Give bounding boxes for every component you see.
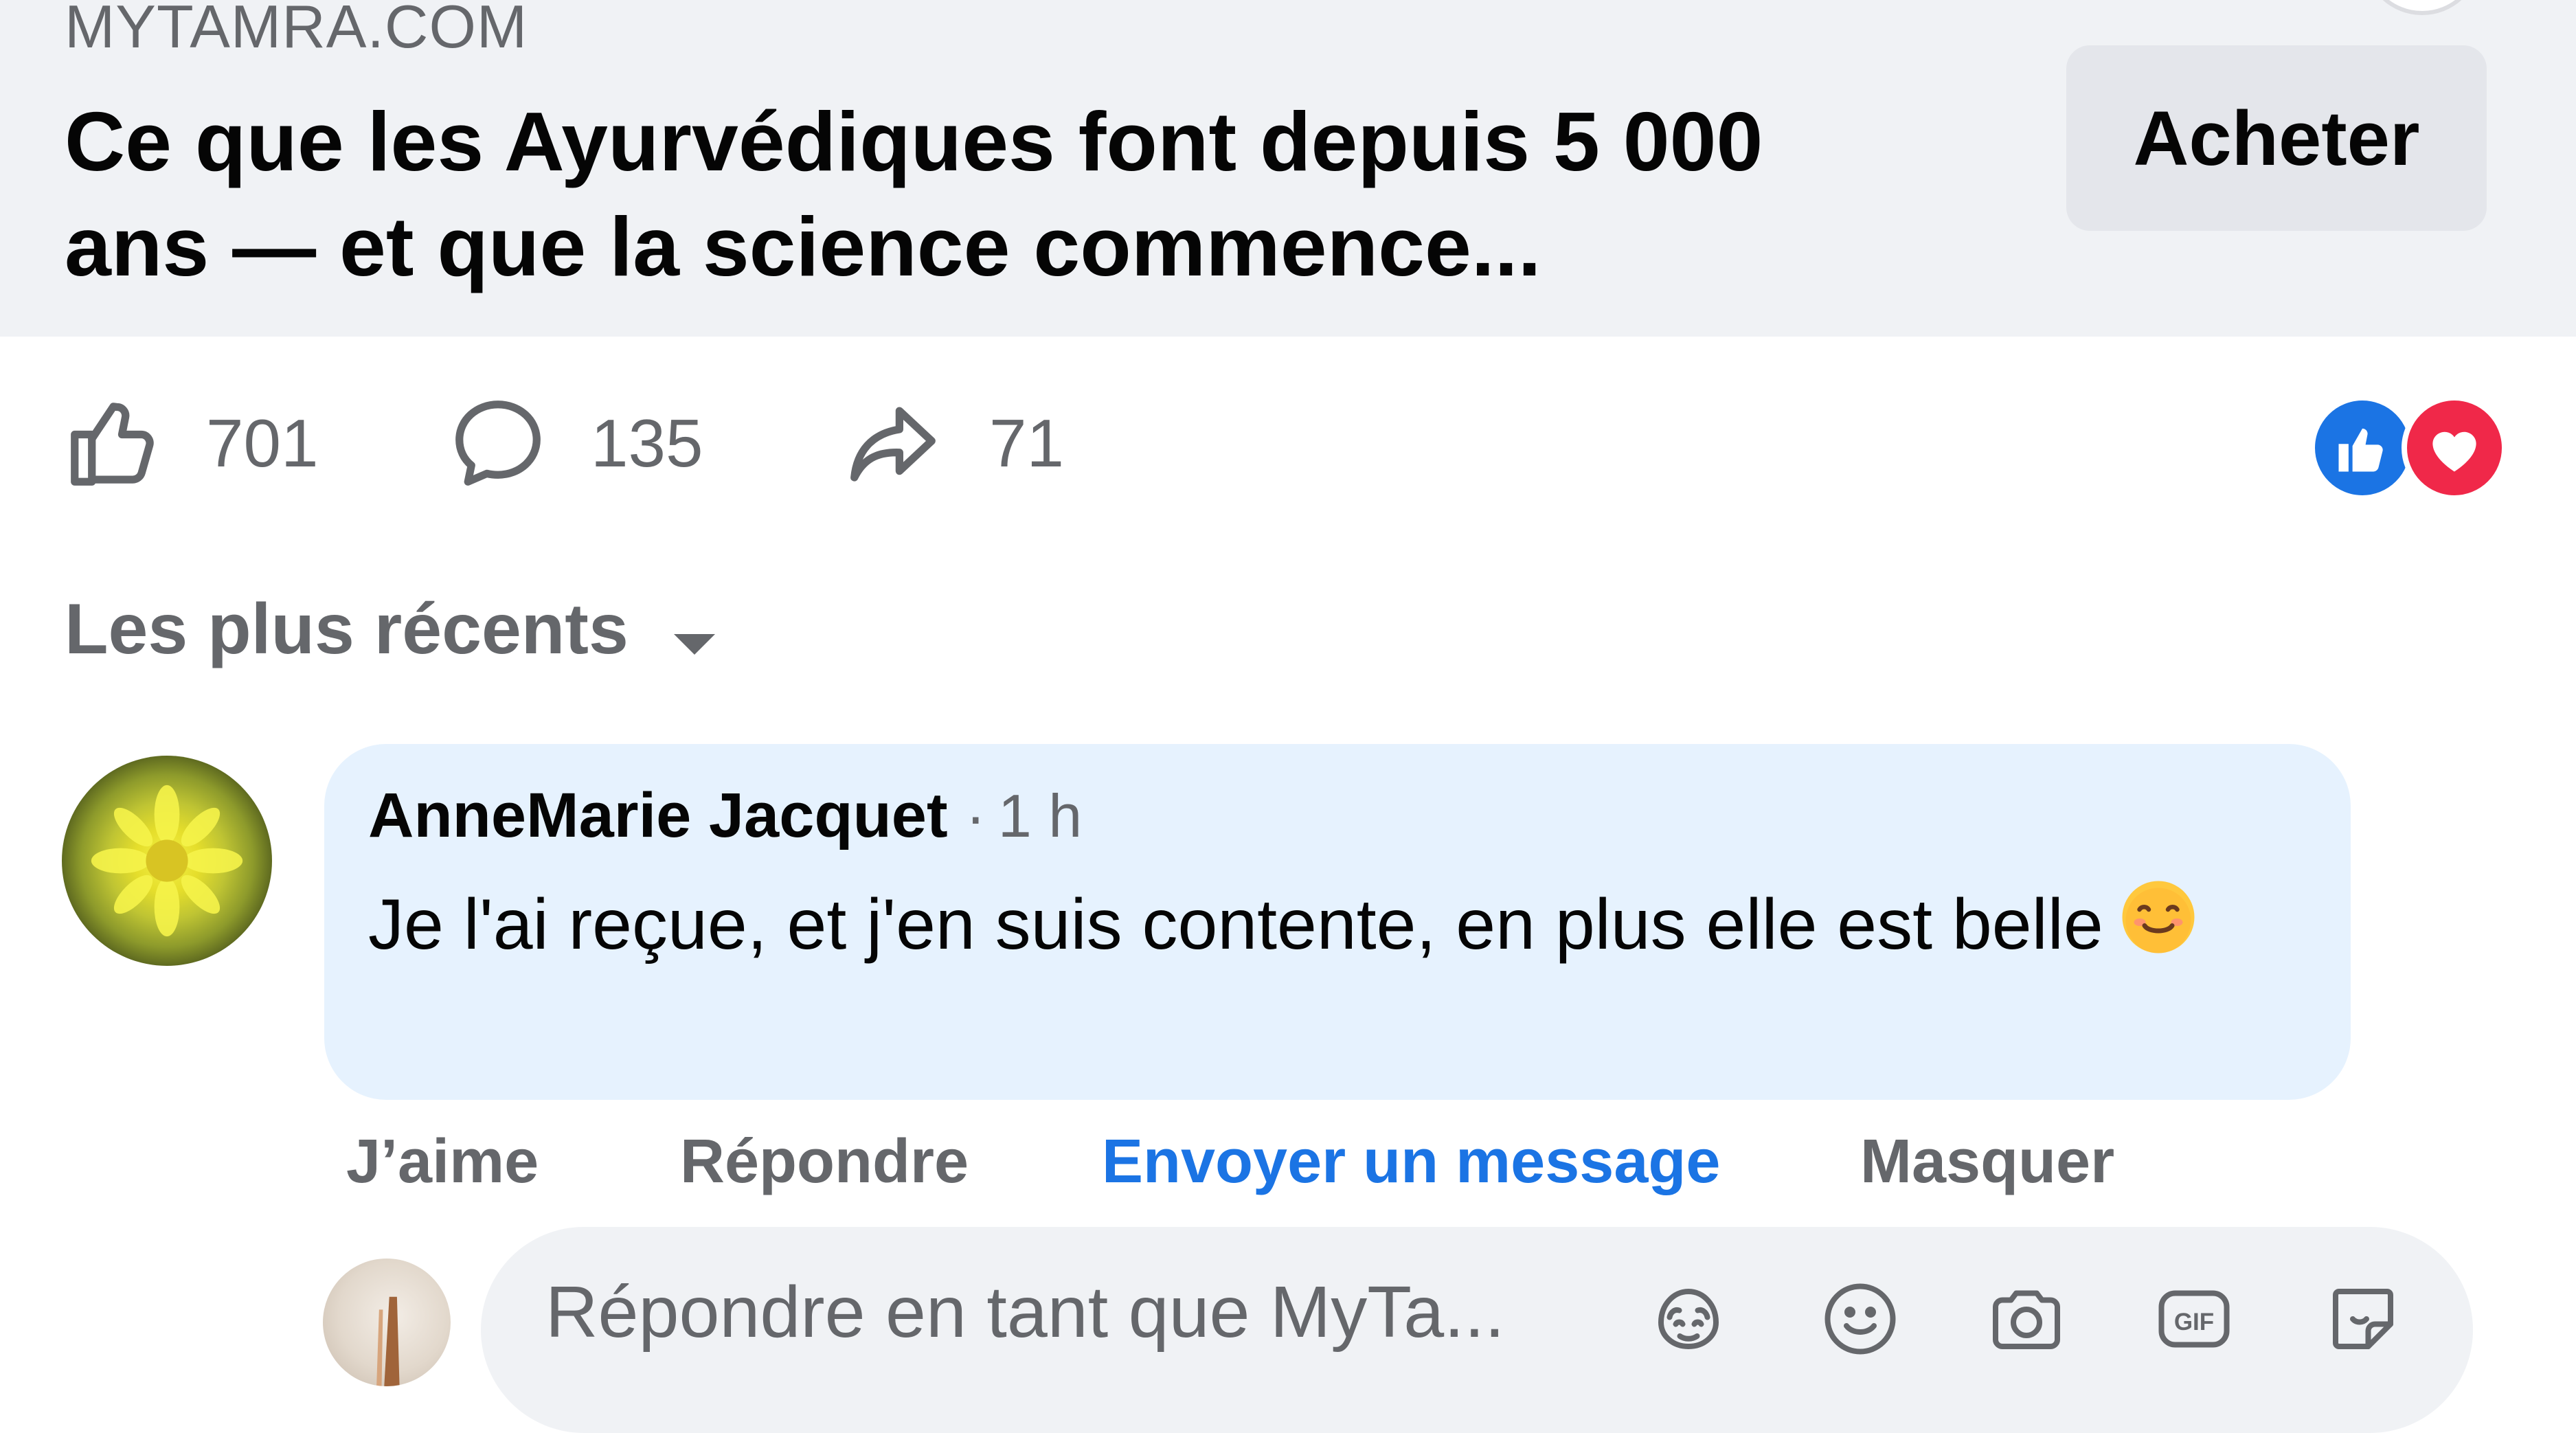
emoji-icon[interactable]: [1819, 1278, 1901, 1360]
comment-sort-dropdown[interactable]: Les plus récents: [65, 583, 719, 677]
link-domain: MYTAMRA.COM: [65, 0, 528, 60]
gif-icon[interactable]: GIF: [2153, 1278, 2235, 1360]
share-icon: [838, 392, 948, 495]
link-title[interactable]: Ce que les Ayurvédiques font depuis 5 00…: [65, 89, 1919, 300]
buy-button[interactable]: Acheter: [2066, 45, 2487, 231]
sort-label: Les plus récents: [65, 589, 629, 669]
comment-header: AnneMarie Jacquet · 1 h: [368, 780, 1082, 852]
comment-body: Je l'ai reçue, et j'en suis contente, en…: [368, 871, 2292, 988]
comment-time[interactable]: 1 h: [998, 781, 1082, 851]
comment-text: Je l'ai reçue, et j'en suis contente, en…: [368, 885, 2103, 964]
comment-icon: [447, 392, 550, 495]
sticker-icon[interactable]: [2322, 1278, 2404, 1360]
comment-reply-button[interactable]: Répondre: [680, 1127, 969, 1197]
like-reaction-icon[interactable]: [2309, 395, 2415, 501]
like-stat-button[interactable]: 701: [62, 385, 319, 501]
share-count: 71: [989, 405, 1065, 481]
like-icon: [62, 392, 165, 495]
reply-placeholder: Répondre en tant que MyTa...: [545, 1272, 1505, 1353]
caret-down-icon: [670, 595, 719, 677]
current-user-avatar: [323, 1259, 451, 1386]
send-message-button[interactable]: Envoyer un message: [1102, 1127, 1720, 1197]
comment-stat-button[interactable]: 135: [447, 385, 703, 501]
comment-like-button[interactable]: J’aime: [346, 1127, 539, 1197]
comment-count: 135: [591, 405, 703, 481]
hide-comment-button[interactable]: Masquer: [1860, 1127, 2114, 1197]
smiling-face-icon: [2117, 876, 2200, 988]
avatar-sticker-icon[interactable]: [1647, 1278, 1730, 1360]
like-count: 701: [206, 405, 319, 481]
commenter-avatar[interactable]: [62, 756, 272, 966]
share-stat-button[interactable]: 71: [838, 385, 1064, 501]
love-reaction-icon[interactable]: [2402, 395, 2507, 501]
camera-icon[interactable]: [1985, 1278, 2068, 1360]
separator-dot: ·: [965, 782, 986, 850]
svg-text:GIF: GIF: [2174, 1309, 2214, 1335]
comment-author[interactable]: AnneMarie Jacquet: [368, 780, 948, 852]
